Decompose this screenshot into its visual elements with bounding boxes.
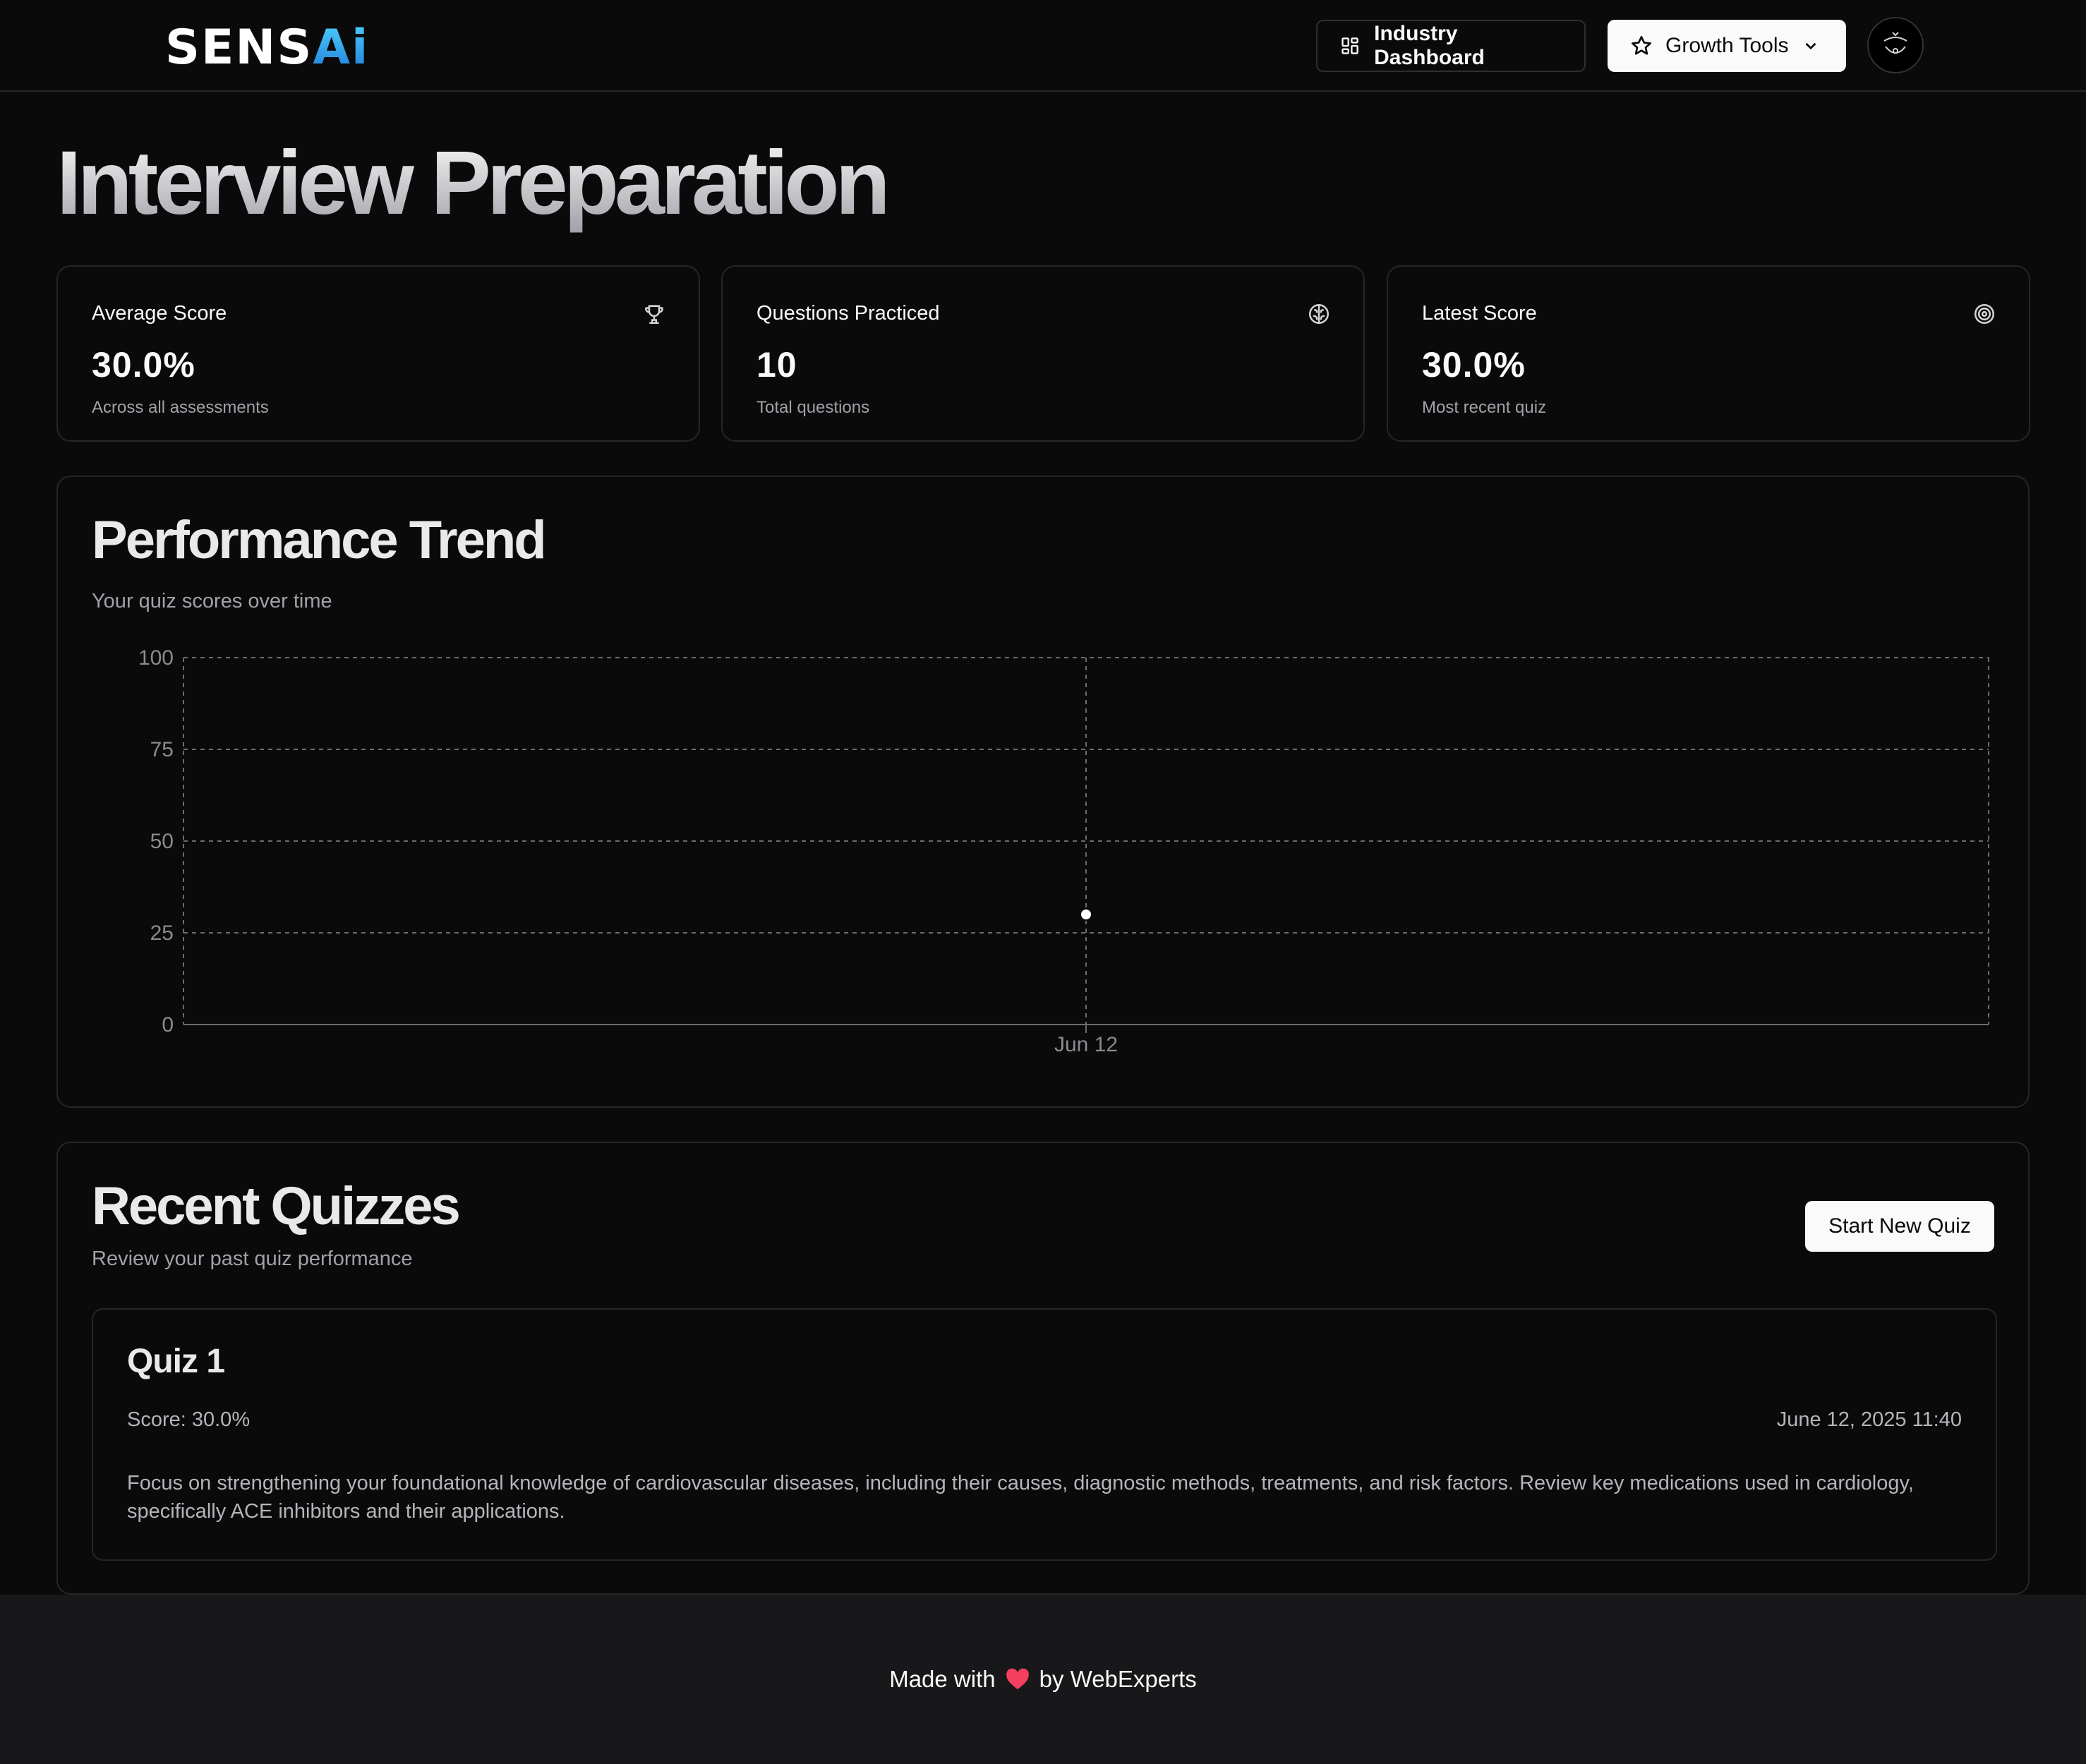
footer-made-with: Made with xyxy=(889,1666,996,1692)
average-score-card: Average Score 30.0% Across all assessmen… xyxy=(56,265,700,442)
start-new-quiz-button[interactable]: Start New Quiz xyxy=(1805,1201,1994,1252)
latest-score-card: Latest Score 30.0% Most recent quiz xyxy=(1387,265,2030,442)
recent-quizzes-title: Recent Quizzes xyxy=(92,1176,461,1236)
stat-subtext: Most recent quiz xyxy=(1422,398,1547,417)
user-avatar[interactable] xyxy=(1867,17,1924,73)
stat-subtext: Total questions xyxy=(756,398,870,417)
chevron-down-icon xyxy=(1805,42,1816,50)
quiz-list-item[interactable]: Quiz 1 Score: 30.0% June 12, 2025 11:40 … xyxy=(92,1308,1997,1561)
quiz-feedback: Focus on strengthening your foundational… xyxy=(127,1472,1914,1523)
stat-value: 10 xyxy=(756,345,797,385)
chart-data-point xyxy=(1080,908,1092,921)
recent-quizzes-subtitle: Review your past quiz performance xyxy=(92,1248,413,1270)
performance-line-chart: 0 25 50 75 100 Jun 12 xyxy=(138,646,1989,1056)
quiz-score: Score: 30.0% xyxy=(127,1408,251,1431)
page-title: Interview Preparation xyxy=(56,127,891,240)
chart-y-tick-label: 0 xyxy=(162,1013,174,1037)
target-icon xyxy=(1974,303,1995,325)
stat-value: 30.0% xyxy=(1422,345,1526,385)
footer: Made with by WebExperts xyxy=(0,1595,2086,1764)
chart-y-tick-label: 50 xyxy=(150,830,174,853)
logo-main-text: SENS xyxy=(165,20,313,75)
chart-y-tick-label: 100 xyxy=(138,646,174,670)
stat-label: Questions Practiced xyxy=(756,302,940,325)
growth-tools-label: Growth Tools xyxy=(1665,34,1789,57)
growth-tools-dropdown[interactable]: Growth Tools xyxy=(1608,20,1846,72)
quiz-date: June 12, 2025 11:40 xyxy=(1776,1408,1962,1431)
performance-trend-card: Performance Trend Your quiz scores over … xyxy=(56,476,2030,1108)
stat-label: Average Score xyxy=(92,302,227,325)
star-icon xyxy=(1632,36,1651,55)
chart-y-tick-label: 75 xyxy=(150,738,174,761)
industry-dashboard-label: Industry Dashboard xyxy=(1374,22,1485,69)
questions-practiced-card: Questions Practiced 10 Total questions xyxy=(721,265,1365,442)
stat-subtext: Across all assessments xyxy=(92,398,269,417)
top-navbar: SENSAi Industry Dashboard Growth Tools xyxy=(0,0,2086,92)
footer-by-webexperts: by WebExperts xyxy=(1039,1666,1197,1692)
chart-x-tick-label: Jun 12 xyxy=(1054,1033,1118,1056)
heart-icon xyxy=(1006,1668,1029,1690)
chart-y-tick-label: 25 xyxy=(150,922,174,945)
brain-icon xyxy=(1308,303,1330,325)
recent-quizzes-card: Recent Quizzes Review your past quiz per… xyxy=(56,1142,2030,1595)
trophy-icon xyxy=(645,305,663,325)
layout-dashboard-icon xyxy=(1342,37,1358,54)
avatar-image-icon xyxy=(1883,32,1907,54)
industry-dashboard-button[interactable]: Industry Dashboard xyxy=(1316,20,1586,72)
stat-value: 30.0% xyxy=(92,345,195,385)
stat-label: Latest Score xyxy=(1422,302,1537,325)
sensai-logo[interactable]: SENSAi xyxy=(165,18,369,78)
logo-accent-text: Ai xyxy=(313,20,370,75)
quiz-title: Quiz 1 xyxy=(127,1343,225,1380)
